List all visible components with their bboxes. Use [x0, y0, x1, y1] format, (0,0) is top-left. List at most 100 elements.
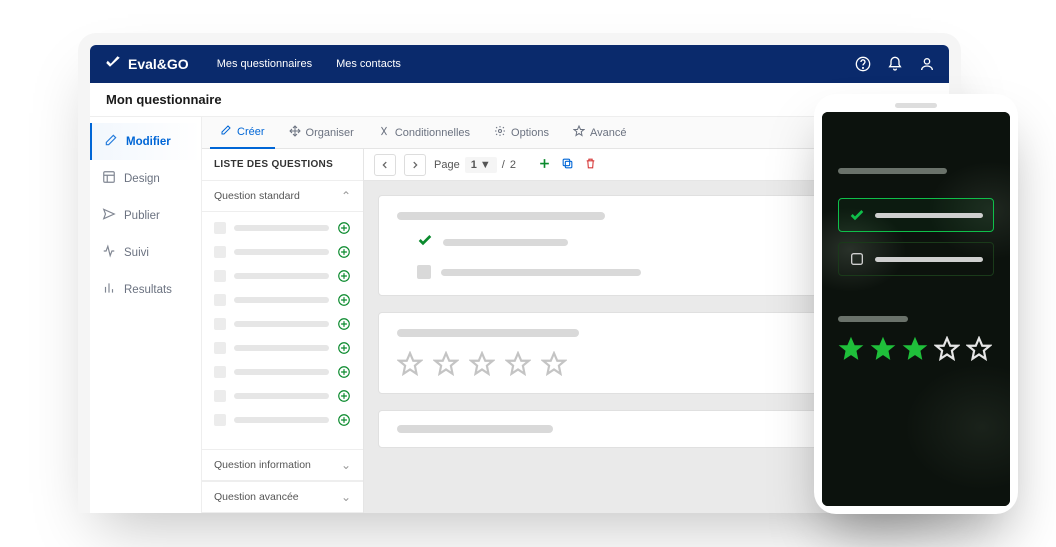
question-placeholder: [838, 168, 947, 174]
sidebar-item-publier[interactable]: Publier: [90, 197, 201, 234]
check-icon: [104, 54, 122, 75]
gear-icon: [494, 125, 506, 140]
list-item[interactable]: [202, 360, 363, 384]
sidebar-item-resultats[interactable]: Resultats: [90, 271, 201, 308]
sidebar-item-modifier[interactable]: Modifier: [90, 123, 201, 160]
tab-avance[interactable]: Avancé: [563, 117, 637, 149]
option-selected[interactable]: [838, 198, 994, 232]
star-icon[interactable]: [934, 336, 960, 362]
sidebar-item-label: Design: [124, 173, 160, 185]
chevron-up-icon: ⌃: [341, 189, 351, 203]
list-item[interactable]: [202, 384, 363, 408]
star-rating[interactable]: [838, 336, 994, 362]
tab-options[interactable]: Options: [484, 117, 559, 149]
add-icon[interactable]: [337, 269, 351, 283]
add-icon[interactable]: [337, 221, 351, 235]
sidebar-item-design[interactable]: Design: [90, 160, 201, 197]
add-icon[interactable]: [337, 341, 351, 355]
add-icon[interactable]: [337, 413, 351, 427]
tab-label: Options: [511, 127, 549, 139]
copy-icon[interactable]: [561, 157, 574, 173]
star-icon[interactable]: [433, 351, 459, 377]
chevron-down-icon: ⌄: [341, 490, 351, 504]
phone-screen: [822, 112, 1010, 506]
bars-icon: [102, 281, 116, 298]
layout-icon: [102, 170, 116, 187]
brand-name: Eval&GO: [128, 56, 189, 72]
edit-icon: [104, 133, 118, 150]
option-unselected[interactable]: [838, 242, 994, 276]
question-type-list: [202, 212, 363, 449]
star-icon[interactable]: [870, 336, 896, 362]
add-icon[interactable]: [337, 317, 351, 331]
accordion-standard[interactable]: Question standard ⌃: [202, 180, 363, 212]
move-icon: [289, 125, 301, 140]
sidebar-item-label: Modifier: [126, 136, 171, 148]
pencil-icon: [220, 124, 232, 139]
page-sep: /: [502, 159, 505, 171]
star-icon[interactable]: [469, 351, 495, 377]
tab-label: Organiser: [306, 127, 354, 139]
checkbox-icon: [417, 265, 431, 279]
delete-icon[interactable]: [584, 157, 597, 173]
accordion-label: Question information: [214, 459, 311, 471]
star-icon[interactable]: [838, 336, 864, 362]
send-icon: [102, 207, 116, 224]
nav-link-contacts[interactable]: Mes contacts: [336, 58, 401, 70]
activity-icon: [102, 244, 116, 261]
add-icon[interactable]: [337, 365, 351, 379]
star-icon[interactable]: [505, 351, 531, 377]
nav-links: Mes questionnaires Mes contacts: [217, 58, 401, 70]
page-current[interactable]: 1 ▼: [465, 157, 497, 173]
next-page-button[interactable]: [404, 154, 426, 176]
list-item[interactable]: [202, 240, 363, 264]
chevron-down-icon: ⌄: [341, 458, 351, 472]
page-total: 2: [510, 159, 516, 171]
list-item[interactable]: [202, 408, 363, 432]
accordion-label: Question standard: [214, 190, 300, 202]
star-icon[interactable]: [541, 351, 567, 377]
tab-organiser[interactable]: Organiser: [279, 117, 364, 149]
tab-creer[interactable]: Créer: [210, 117, 275, 149]
user-icon[interactable]: [919, 56, 935, 72]
tab-label: Avancé: [590, 127, 627, 139]
add-icon[interactable]: [337, 293, 351, 307]
sidebar-item-suivi[interactable]: Suivi: [90, 234, 201, 271]
question-panel: LISTE DES QUESTIONS Question standard ⌃: [202, 149, 364, 513]
bell-icon[interactable]: [887, 56, 903, 72]
accordion-label: Question avancée: [214, 491, 299, 503]
list-item[interactable]: [202, 288, 363, 312]
list-item[interactable]: [202, 312, 363, 336]
tab-label: Conditionnelles: [395, 127, 470, 139]
sidebar-item-label: Suivi: [124, 247, 149, 259]
top-navbar: Eval&GO Mes questionnaires Mes contacts: [90, 45, 949, 83]
sidebar-item-label: Resultats: [124, 284, 172, 296]
list-item[interactable]: [202, 264, 363, 288]
sidebar: Modifier Design Publier Suivi Resultats: [90, 117, 202, 513]
add-icon[interactable]: [337, 245, 351, 259]
brand-logo[interactable]: Eval&GO: [104, 54, 189, 75]
list-item[interactable]: [202, 336, 363, 360]
check-icon: [417, 232, 433, 253]
star-icon[interactable]: [966, 336, 992, 362]
tab-label: Créer: [237, 126, 265, 138]
add-icon[interactable]: [337, 389, 351, 403]
page-title: Mon questionnaire: [106, 92, 222, 107]
list-item[interactable]: [202, 216, 363, 240]
help-icon[interactable]: [855, 56, 871, 72]
star-icon: [573, 125, 585, 140]
accordion-avancee[interactable]: Question avancée ⌄: [202, 481, 363, 513]
prev-page-button[interactable]: [374, 154, 396, 176]
branch-icon: [378, 125, 390, 140]
checkbox-icon: [849, 251, 865, 267]
page-indicator: Page 1 ▼ / 2: [434, 157, 516, 173]
nav-link-questionnaires[interactable]: Mes questionnaires: [217, 58, 312, 70]
phone-notch: [895, 103, 937, 108]
question-placeholder: [838, 316, 908, 322]
check-icon: [849, 207, 865, 223]
add-page-icon[interactable]: [538, 157, 551, 173]
accordion-information[interactable]: Question information ⌄: [202, 449, 363, 481]
tab-conditionnelles[interactable]: Conditionnelles: [368, 117, 480, 149]
star-icon[interactable]: [397, 351, 423, 377]
star-icon[interactable]: [902, 336, 928, 362]
